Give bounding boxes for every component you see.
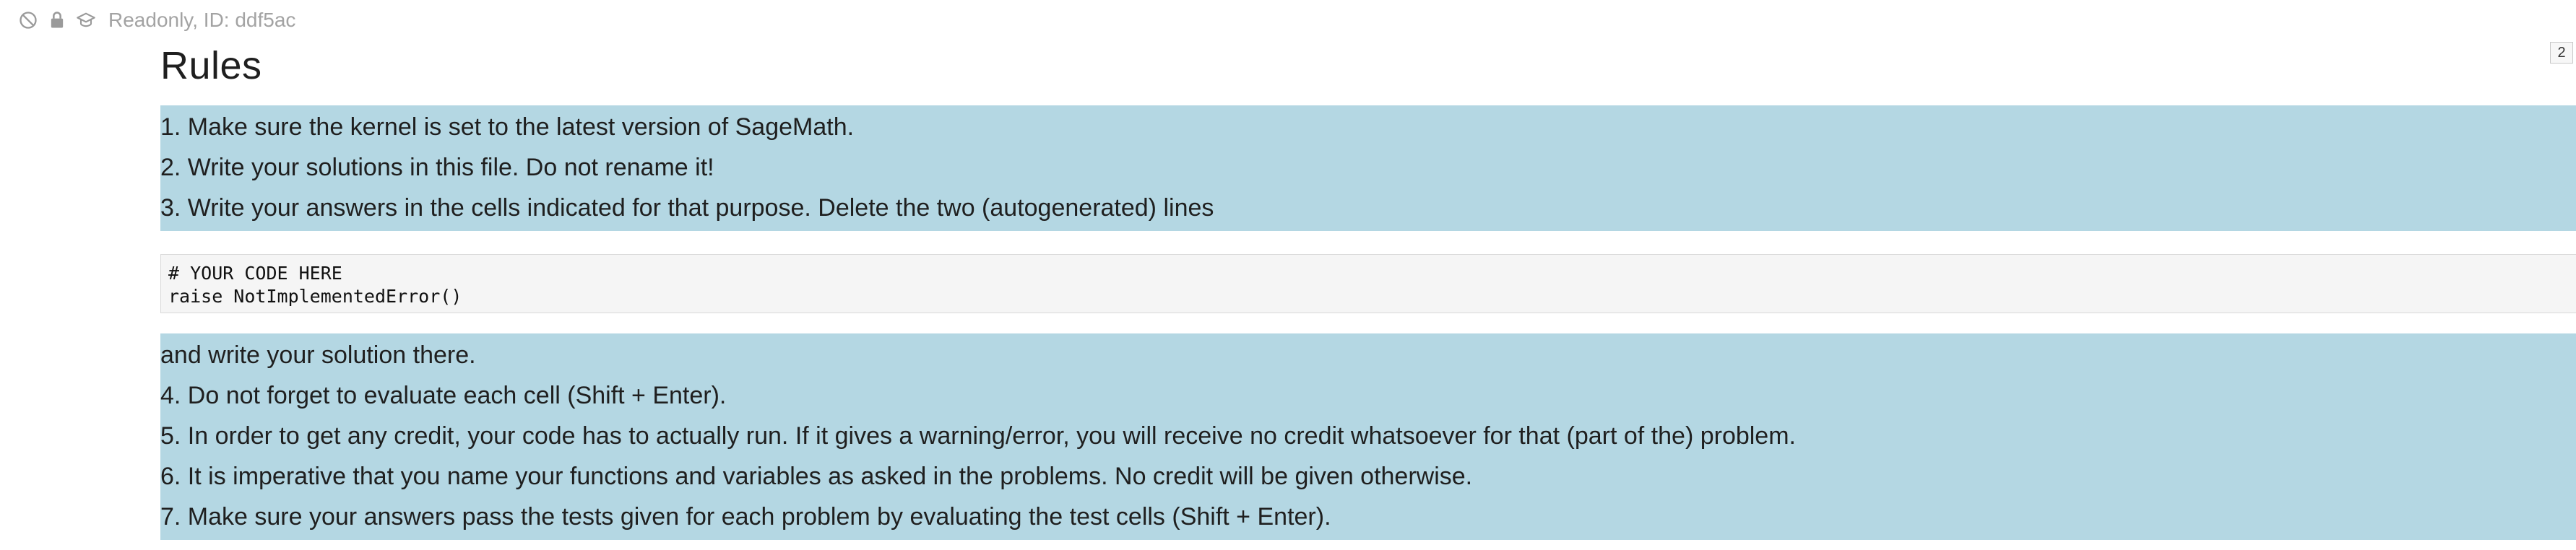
rule-line: 7. Make sure your answers pass the tests…: [160, 503, 1331, 531]
rule-line: 3. Write your answers in the cells indic…: [160, 194, 1214, 222]
rule-line: 5. In order to get any credit, your code…: [160, 422, 1796, 450]
rule-line: 4. Do not forget to evaluate each cell (…: [160, 382, 727, 409]
notebook-content: Rules 1. Make sure the kernel is set to …: [160, 40, 2576, 540]
graduation-cap-icon: [75, 9, 97, 31]
page-title: Rules: [160, 44, 262, 87]
code-cell[interactable]: # YOUR CODE HERE raise NotImplementedErr…: [160, 254, 2576, 313]
lock-icon: [46, 9, 68, 31]
code-line: raise NotImplementedError(): [168, 286, 462, 307]
markdown-cell-rules-part2[interactable]: and write your solution there. 4. Do not…: [160, 333, 2576, 540]
markdown-cell-rules-part1[interactable]: 1. Make sure the kernel is set to the la…: [160, 105, 2576, 231]
no-entry-icon: [17, 9, 39, 31]
rule-line: 2. Write your solutions in this file. Do…: [160, 154, 714, 181]
code-line: # YOUR CODE HERE: [168, 263, 342, 284]
rule-line: 1. Make sure the kernel is set to the la…: [160, 113, 855, 141]
readonly-status-text: Readonly, ID: ddf5ac: [108, 9, 296, 31]
rule-line: and write your solution there.: [160, 341, 476, 369]
status-bar: Readonly, ID: ddf5ac: [17, 6, 295, 35]
notebook-page: Readonly, ID: ddf5ac 2 Rules 1. Make sur…: [0, 0, 2576, 550]
rule-line: 6. It is imperative that you name your f…: [160, 463, 1473, 490]
